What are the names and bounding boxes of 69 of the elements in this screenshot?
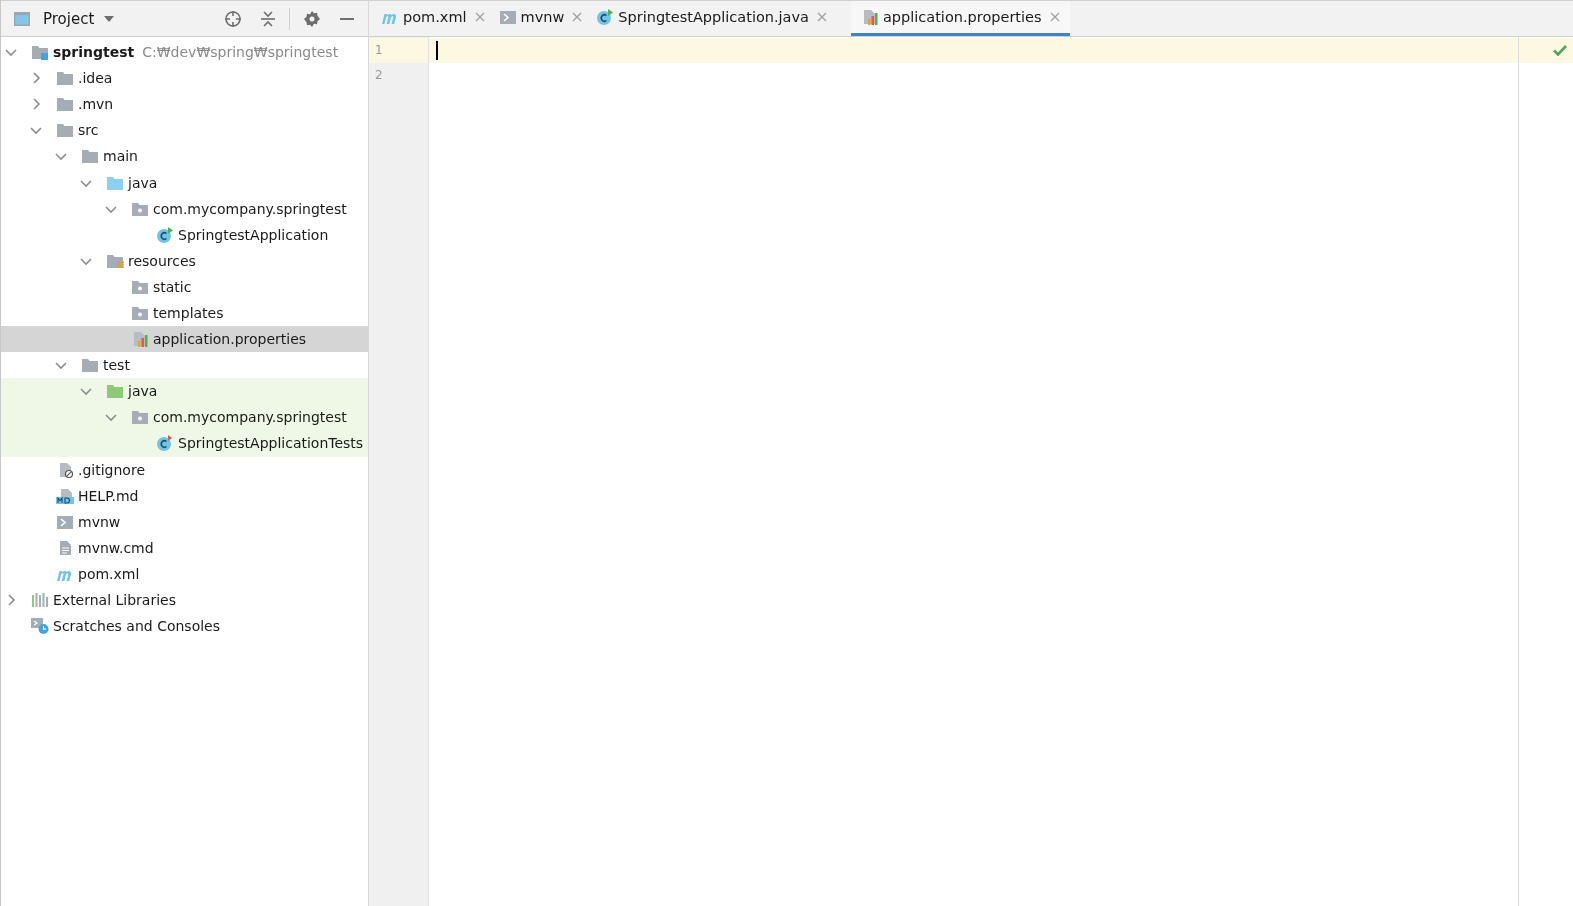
tree-item[interactable]: com.mycompany.springtest <box>153 200 347 217</box>
class-icon <box>596 9 615 25</box>
folder-icon <box>81 148 99 165</box>
terminal-icon <box>56 513 74 530</box>
tree-item[interactable]: .mvn <box>78 96 114 113</box>
tree-item[interactable]: springtest <box>53 44 135 61</box>
caret-icon <box>104 15 115 22</box>
scratches-icon <box>31 618 49 635</box>
close-icon[interactable] <box>816 12 827 22</box>
tree-item[interactable]: .gitignore <box>78 461 145 478</box>
folder-icon <box>81 357 99 374</box>
tree-item[interactable]: .idea <box>78 70 113 87</box>
close-icon[interactable] <box>572 12 583 22</box>
editor-tab[interactable]: SpringtestApplication.java <box>592 1 837 36</box>
package-icon <box>131 278 149 295</box>
chevron-icon[interactable] <box>30 72 42 85</box>
collapse-all-icon[interactable] <box>260 9 276 28</box>
check-icon <box>1553 45 1567 56</box>
properties-file-icon <box>131 331 149 348</box>
chevron-icon[interactable] <box>30 98 42 111</box>
tree-item[interactable]: mvnw.cmd <box>78 539 154 556</box>
tree-item[interactable]: Scratches and Consoles <box>53 618 220 635</box>
project-path: C:₩dev₩spring₩springtest <box>142 44 339 61</box>
close-icon[interactable] <box>1049 12 1060 22</box>
project-folder-icon <box>31 44 49 61</box>
close-icon[interactable] <box>474 12 485 22</box>
tree-item[interactable]: src <box>78 122 99 139</box>
folder-icon <box>56 96 74 113</box>
line-number: 2 <box>374 67 384 84</box>
chevron-icon[interactable] <box>30 124 42 137</box>
chevron-icon[interactable] <box>105 411 117 424</box>
tree-item[interactable]: External Libraries <box>53 592 176 608</box>
tree-item[interactable]: java <box>128 174 158 191</box>
tree-item[interactable]: templates <box>153 305 224 321</box>
folder-icon <box>106 174 124 191</box>
line-number: 1 <box>369 38 428 63</box>
tree-item[interactable]: pom.xml <box>78 565 140 582</box>
editor-tab[interactable]: application.properties <box>850 1 1070 36</box>
tree-item[interactable]: static <box>153 278 192 295</box>
editor-tab[interactable]: pom.xml <box>377 1 495 36</box>
chevron-icon[interactable] <box>55 359 67 372</box>
tree-item[interactable]: mvnw <box>78 513 121 530</box>
package-icon <box>131 409 149 426</box>
chevron-icon[interactable] <box>55 150 67 163</box>
class-icon <box>156 435 174 452</box>
folder-icon <box>56 70 74 87</box>
locate-icon[interactable] <box>224 9 242 28</box>
package-icon <box>131 305 149 321</box>
terminal-icon <box>498 9 517 25</box>
folder-icon <box>106 383 124 400</box>
class-icon <box>156 226 174 243</box>
settings-icon[interactable] <box>303 9 321 28</box>
editor-tab[interactable]: mvnw <box>494 1 593 36</box>
folder-icon <box>56 122 74 139</box>
chevron-icon[interactable] <box>5 46 17 59</box>
tree-item[interactable]: HELP.md <box>78 487 139 504</box>
tree-item[interactable]: resources <box>128 252 196 269</box>
tree-item[interactable]: SpringtestApplication <box>178 226 329 243</box>
tree-item[interactable]: main <box>103 148 138 165</box>
project-view-dropdown[interactable]: Project <box>39 9 119 28</box>
markdown-file-icon <box>56 487 74 504</box>
window-icon <box>13 10 31 27</box>
tree-item[interactable]: test <box>103 357 130 374</box>
chevron-icon[interactable] <box>80 385 92 398</box>
package-icon <box>131 200 149 217</box>
resources-folder-icon <box>106 252 124 269</box>
library-icon <box>31 592 49 608</box>
chevron-icon[interactable] <box>5 594 17 606</box>
tree-item[interactable]: java <box>128 383 158 400</box>
